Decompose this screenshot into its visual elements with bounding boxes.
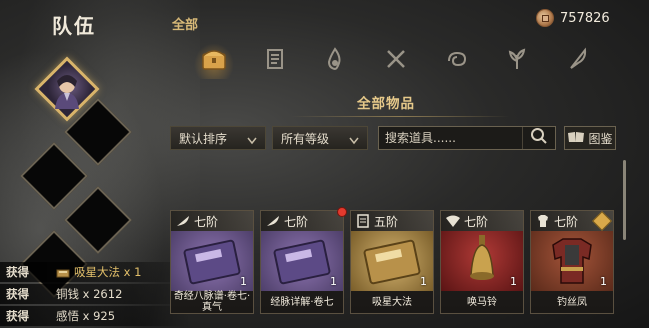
category-bar: [194, 43, 594, 79]
section-divider: [290, 116, 510, 117]
tier-label: 七阶: [464, 214, 489, 229]
scroll-icon: [355, 214, 371, 228]
search-input[interactable]: [379, 130, 527, 146]
gain-row: 获得 铜钱 x 2612: [0, 284, 190, 304]
crossed-blades-icon: [384, 47, 408, 75]
atlas-book-icon: [567, 131, 585, 146]
category-tab-scroll[interactable]: [259, 45, 291, 77]
chevron-down-icon: [349, 134, 359, 145]
item-name: 吸星大法: [351, 291, 433, 313]
swirl-icon: [445, 47, 469, 75]
tier-label: 七阶: [194, 214, 219, 229]
item-tier: 七阶: [441, 211, 523, 231]
notification-dot: [337, 207, 347, 217]
sort-label: 默认排序: [179, 131, 228, 146]
search-button[interactable]: [522, 127, 555, 149]
category-tab-all[interactable]: [194, 43, 234, 79]
quill-icon: [265, 214, 281, 228]
item-grid: 七阶 1 奇经八脉谱·卷七·真气 七阶 1 经脉详解·卷七 五阶 1 吸星大法: [170, 207, 620, 314]
atlas-button[interactable]: 图鉴: [564, 126, 616, 150]
item-count: 1: [420, 275, 427, 288]
avatar: [47, 69, 87, 109]
category-tab-herb[interactable]: [501, 45, 533, 77]
search-box: [378, 126, 556, 150]
item-tier: 五阶: [351, 211, 433, 231]
item-name: 唤马铃: [441, 291, 523, 313]
search-icon: [530, 127, 548, 149]
item-count: 1: [330, 275, 337, 288]
feather-icon: [566, 47, 590, 75]
gain-text: 吸星大法 x 1: [74, 265, 142, 279]
gains-log: 获得 吸星大法 x 1 获得 铜钱 x 2612 获得 感悟 x 925: [0, 262, 190, 328]
herb-icon: [505, 47, 529, 75]
item-card[interactable]: 七阶 1 经脉详解·卷七: [260, 207, 347, 314]
tier-label: 五阶: [374, 214, 399, 229]
tier-label: 七阶: [554, 214, 579, 229]
tab-all[interactable]: 全部: [172, 14, 198, 33]
item-name: 经脉详解·卷七: [261, 291, 343, 313]
item-count: 1: [600, 275, 607, 288]
item-card[interactable]: 五阶 1 吸星大法: [350, 210, 434, 314]
armor-icon: [535, 214, 551, 228]
gain-label: 获得: [6, 309, 29, 323]
gain-label: 获得: [6, 265, 29, 279]
book-icon: [56, 267, 70, 278]
gain-row: 获得 吸星大法 x 1: [0, 262, 190, 282]
fan-icon: [445, 214, 461, 228]
scroll-icon: [263, 47, 287, 75]
gain-row: 获得 感悟 x 925: [0, 306, 190, 326]
item-tier: 七阶: [261, 211, 343, 231]
item-name: 钓丝凤: [531, 291, 613, 313]
category-tab-weapons[interactable]: [380, 45, 412, 77]
currency-display: 757826: [536, 9, 610, 27]
category-tab-flame[interactable]: [319, 45, 351, 77]
category-tab-swirl[interactable]: [441, 45, 473, 77]
chevron-down-icon: [247, 134, 257, 145]
flame-icon: [323, 47, 347, 75]
item-name: 奇经八脉谱·卷七·真气: [171, 291, 253, 313]
item-count: 1: [240, 275, 247, 288]
item-card[interactable]: 七阶 1 钓丝凤: [530, 210, 614, 314]
gain-text: 铜钱 x 2612: [56, 287, 123, 301]
item-count: 1: [510, 275, 517, 288]
quill-icon: [175, 214, 191, 228]
item-card[interactable]: 七阶 1 奇经八脉谱·卷七·真气: [170, 210, 254, 314]
grade-label: 所有等级: [281, 131, 330, 146]
tier-label: 七阶: [284, 214, 309, 229]
item-tier: 七阶: [171, 211, 253, 231]
atlas-label: 图鉴: [588, 131, 613, 146]
currency-value: 757826: [560, 10, 610, 26]
team-title: 队伍: [52, 14, 96, 38]
coin-icon: [536, 9, 554, 27]
category-tab-feather[interactable]: [562, 45, 594, 77]
item-card[interactable]: 七阶 1 唤马铃: [440, 210, 524, 314]
section-title: 全部物品: [357, 96, 415, 112]
gain-label: 获得: [6, 287, 29, 301]
sort-dropdown[interactable]: 默认排序: [170, 126, 266, 150]
chest-icon: [200, 46, 228, 76]
grade-dropdown[interactable]: 所有等级: [272, 126, 368, 150]
gain-text: 感悟 x 925: [56, 309, 116, 323]
scrollbar[interactable]: [623, 160, 626, 240]
